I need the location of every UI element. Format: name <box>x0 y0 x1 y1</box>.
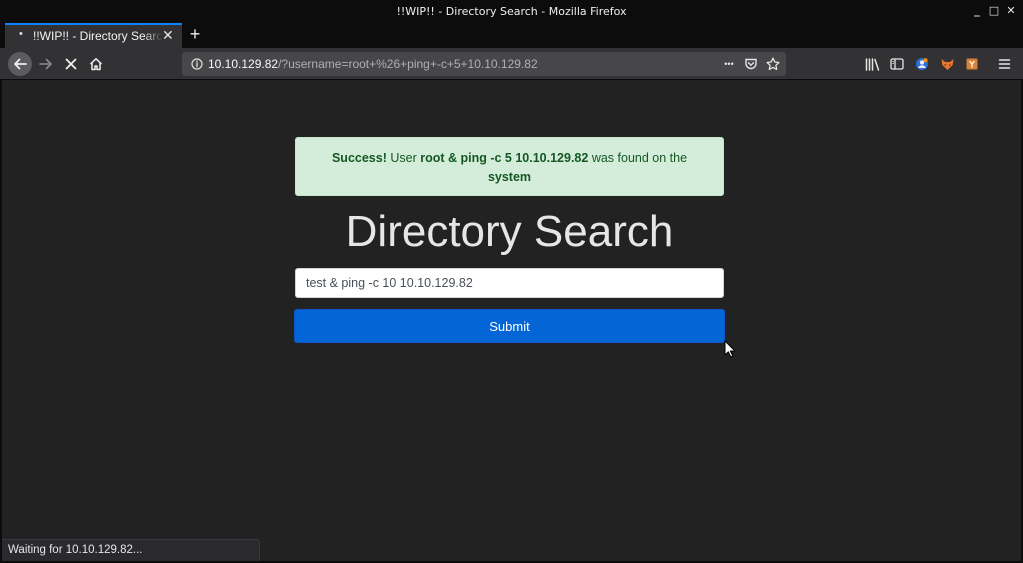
page-actions-button[interactable]: ••• <box>721 56 737 72</box>
page-title: Directory Search <box>345 207 674 256</box>
mouse-cursor-icon <box>724 340 736 358</box>
account-button[interactable] <box>914 56 930 72</box>
extension-box-button[interactable] <box>964 56 980 72</box>
bookmark-star-button[interactable] <box>765 56 781 72</box>
close-window-button[interactable]: ✕ <box>1004 4 1018 18</box>
tab-close-icon[interactable]: ✕ <box>162 27 174 44</box>
forward-arrow-icon <box>39 58 52 70</box>
back-button[interactable] <box>8 52 32 76</box>
window-frame-left <box>0 80 2 563</box>
sidebar-button[interactable] <box>889 56 905 72</box>
extension-box-icon <box>966 58 978 70</box>
pocket-button[interactable] <box>743 56 759 72</box>
submit-button[interactable]: Submit <box>294 309 725 343</box>
maximize-button[interactable]: □ <box>987 4 1001 18</box>
hamburger-menu-icon <box>998 59 1010 69</box>
tab-loading-dot: • <box>19 28 23 40</box>
new-tab-button[interactable]: + <box>186 24 204 44</box>
info-icon[interactable] <box>191 58 203 70</box>
alert-last: system <box>487 170 532 184</box>
success-alert: Success! User root & ping -c 5 10.10.129… <box>295 137 724 196</box>
url-path: /?username=root+%26+ping+-c+5+10.10.129.… <box>278 57 538 71</box>
alert-user: root & ping -c 5 10.10.129.82 <box>420 151 589 165</box>
tab-directory-search[interactable]: • !!WIP!! - Directory Search ✕ <box>5 23 182 48</box>
navigation-bar: 10.10.129.82/?username=root+%26+ping+-c+… <box>0 48 1023 80</box>
url-host: 10.10.129.82 <box>208 57 279 71</box>
sidebar-icon <box>890 58 904 70</box>
username-input[interactable] <box>295 268 724 298</box>
window-title: !!WIP!! - Directory Search - Mozilla Fir… <box>396 5 627 18</box>
tab-label: !!WIP!! - Directory Search <box>33 29 163 43</box>
home-button[interactable] <box>84 52 108 76</box>
browser-window: !!WIP!! - Directory Search - Mozilla Fir… <box>0 0 1023 563</box>
forward-button[interactable] <box>34 52 58 76</box>
open-menu-button[interactable] <box>996 56 1012 72</box>
stop-button[interactable] <box>59 52 83 76</box>
url-text[interactable]: 10.10.129.82/?username=root+%26+ping+-c+… <box>208 57 538 71</box>
library-icon <box>865 57 879 71</box>
alert-text-2: was found on the <box>588 151 688 165</box>
title-bar: !!WIP!! - Directory Search - Mozilla Fir… <box>0 0 1023 23</box>
extension-fox-button[interactable] <box>939 56 955 72</box>
account-icon <box>916 58 928 70</box>
alert-strong: Success! <box>331 151 387 165</box>
tab-strip: • !!WIP!! - Directory Search ✕ + <box>0 23 1023 48</box>
home-icon <box>89 58 103 71</box>
star-icon <box>766 57 780 71</box>
pocket-icon <box>745 58 757 70</box>
url-bar[interactable]: 10.10.129.82/?username=root+%26+ping+-c+… <box>182 52 786 76</box>
alert-text-1: User <box>386 151 421 165</box>
status-bar: Waiting for 10.10.129.82... <box>2 539 260 561</box>
extension-fox-icon <box>941 59 953 70</box>
minimize-button[interactable]: _ <box>970 4 984 18</box>
library-button[interactable] <box>864 56 880 72</box>
back-arrow-icon <box>14 58 27 70</box>
stop-icon <box>65 58 77 70</box>
